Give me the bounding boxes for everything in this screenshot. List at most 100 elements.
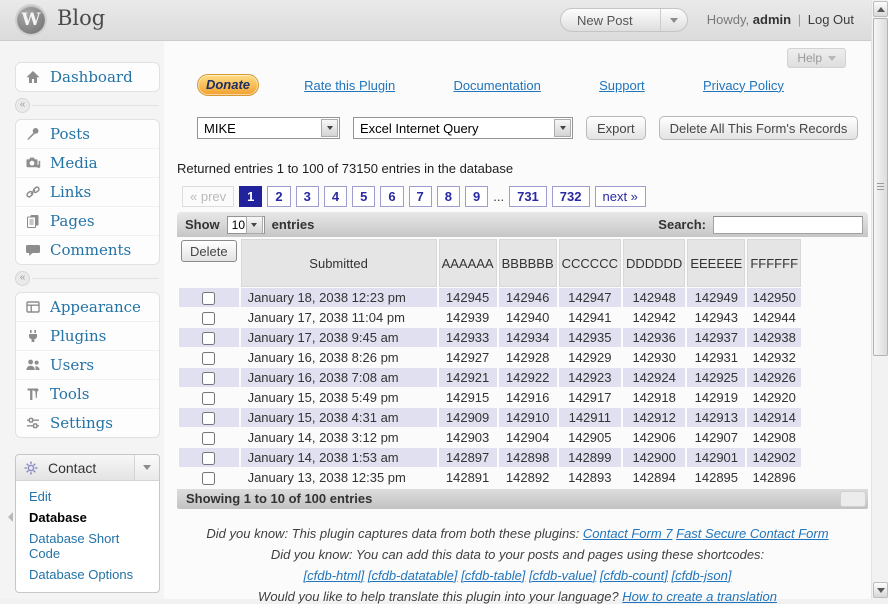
value-cell: 142901 bbox=[687, 448, 745, 467]
help-button[interactable]: Help bbox=[787, 48, 846, 68]
export-format-select[interactable]: Excel Internet Query bbox=[353, 117, 573, 139]
sidebar-item-media[interactable]: Media bbox=[16, 148, 159, 177]
documentation-link[interactable]: Documentation bbox=[453, 78, 540, 93]
shortcode-link[interactable]: [cfdb-count] bbox=[600, 568, 668, 583]
value-cell: 142892 bbox=[499, 468, 557, 487]
shortcode-link[interactable]: [cfdb-json] bbox=[671, 568, 731, 583]
entries-per-page-select[interactable]: 10 bbox=[227, 216, 265, 234]
submenu-item-edit[interactable]: Edit bbox=[16, 486, 159, 507]
sidebar-item-dashboard[interactable]: Dashboard bbox=[16, 63, 159, 91]
column-header-cccccc[interactable]: CCCCCC bbox=[559, 239, 621, 287]
submenu-item-database-short-code[interactable]: Database Short Code bbox=[16, 528, 159, 564]
row-checkbox[interactable] bbox=[202, 332, 215, 345]
submenu-item-database[interactable]: Database bbox=[16, 507, 159, 528]
sidebar-item-appearance[interactable]: Appearance bbox=[16, 293, 159, 321]
sidebar-item-pages[interactable]: Pages bbox=[16, 206, 159, 235]
search-label: Search: bbox=[658, 217, 706, 232]
row-checkbox[interactable] bbox=[202, 312, 215, 325]
row-checkbox[interactable] bbox=[202, 352, 215, 365]
row-checkbox[interactable] bbox=[202, 412, 215, 425]
sidebar-item-comments[interactable]: Comments bbox=[16, 235, 159, 264]
value-cell: 142894 bbox=[623, 468, 685, 487]
column-header-submitted[interactable]: Submitted bbox=[241, 239, 437, 287]
column-header-dddddd[interactable]: DDDDDD bbox=[623, 239, 685, 287]
collapse-arrows-icon[interactable]: « bbox=[15, 271, 30, 286]
create-translation-link[interactable]: How to create a translation bbox=[622, 589, 777, 604]
footer-text: Would you like to help translate this pl… bbox=[258, 589, 619, 604]
page-button-3[interactable]: 3 bbox=[296, 186, 319, 207]
delete-all-records-button[interactable]: Delete All This Form's Records bbox=[659, 116, 859, 140]
support-link[interactable]: Support bbox=[599, 78, 645, 93]
column-header-aaaaaa[interactable]: AAAAAA bbox=[439, 239, 497, 287]
row-checkbox[interactable] bbox=[202, 432, 215, 445]
row-checkbox[interactable] bbox=[202, 472, 215, 485]
sidebar-item-plugins[interactable]: Plugins bbox=[16, 321, 159, 350]
value-cell: 142941 bbox=[559, 308, 621, 327]
page-button-6[interactable]: 6 bbox=[380, 186, 403, 207]
column-header-bbbbbb[interactable]: BBBBBB bbox=[499, 239, 557, 287]
page-button-9[interactable]: 9 bbox=[465, 186, 488, 207]
page-button-7[interactable]: 7 bbox=[409, 186, 432, 207]
value-cell: 142930 bbox=[623, 348, 685, 367]
sidebar-item-posts[interactable]: Posts bbox=[16, 120, 159, 148]
shortcode-link[interactable]: [cfdb-datatable] bbox=[368, 568, 458, 583]
scroll-down-button[interactable] bbox=[873, 582, 888, 598]
value-cell: 142940 bbox=[499, 308, 557, 327]
sidebar-item-label: Links bbox=[50, 183, 91, 201]
value-cell: 142909 bbox=[439, 408, 497, 427]
page-button-2[interactable]: 2 bbox=[267, 186, 290, 207]
page-button-732[interactable]: 732 bbox=[552, 186, 590, 207]
contact-form-7-link[interactable]: Contact Form 7 bbox=[583, 526, 673, 541]
sidebar-item-users[interactable]: Users bbox=[16, 350, 159, 379]
sidebar-item-tools[interactable]: Tools bbox=[16, 379, 159, 408]
page-prev-button[interactable]: « prev bbox=[182, 186, 234, 207]
value-cell: 142924 bbox=[623, 368, 685, 387]
donate-button[interactable]: Donate bbox=[197, 74, 259, 96]
privacy-policy-link[interactable]: Privacy Policy bbox=[703, 78, 784, 93]
value-cell: 142915 bbox=[439, 388, 497, 407]
row-checkbox[interactable] bbox=[202, 392, 215, 405]
sidebar-item-contact[interactable]: Contact bbox=[16, 455, 159, 481]
form-select[interactable]: MIKE bbox=[197, 117, 340, 139]
page-button-5[interactable]: 5 bbox=[352, 186, 375, 207]
shortcode-link[interactable]: [cfdb-table] bbox=[461, 568, 525, 583]
logout-link[interactable]: Log Out bbox=[808, 12, 854, 27]
rate-plugin-link[interactable]: Rate this Plugin bbox=[304, 78, 395, 93]
value-cell: 142902 bbox=[747, 448, 801, 467]
sidebar-item-settings[interactable]: Settings bbox=[16, 408, 159, 437]
row-checkbox[interactable] bbox=[202, 452, 215, 465]
search-input[interactable] bbox=[713, 216, 863, 234]
collapse-arrows-icon[interactable]: « bbox=[15, 98, 30, 113]
shortcode-link[interactable]: [cfdb-value] bbox=[529, 568, 596, 583]
page-next-button[interactable]: next » bbox=[595, 186, 646, 207]
window-scrollbar[interactable] bbox=[871, 0, 888, 599]
value-cell: 142927 bbox=[439, 348, 497, 367]
contact-submenu: Edit Database Database Short Code Databa… bbox=[16, 481, 159, 592]
page-button-731[interactable]: 731 bbox=[509, 186, 547, 207]
column-header-eeeeee[interactable]: EEEEEE bbox=[687, 239, 745, 287]
row-checkbox[interactable] bbox=[202, 292, 215, 305]
value-cell: 142899 bbox=[559, 448, 621, 467]
page-button-8[interactable]: 8 bbox=[437, 186, 460, 207]
scroll-up-button[interactable] bbox=[873, 1, 888, 17]
submenu-item-database-options[interactable]: Database Options bbox=[16, 564, 159, 585]
users-icon bbox=[25, 357, 41, 373]
export-button[interactable]: Export bbox=[586, 116, 646, 140]
page-button-1[interactable]: 1 bbox=[239, 186, 262, 207]
chevron-down-icon[interactable] bbox=[134, 455, 159, 480]
value-cell: 142949 bbox=[687, 288, 745, 307]
checkbox-cell bbox=[179, 408, 239, 427]
sidebar-item-links[interactable]: Links bbox=[16, 177, 159, 206]
delete-selected-button[interactable]: Delete bbox=[181, 240, 237, 262]
table-header: Delete Submitted AAAAAA BBBBBB CCCCCC DD… bbox=[179, 239, 801, 287]
table-row: January 15, 2038 5:49 pm1429151429161429… bbox=[179, 388, 801, 407]
value-cell: 142928 bbox=[499, 348, 557, 367]
fast-secure-contact-form-link[interactable]: Fast Secure Contact Form bbox=[676, 526, 828, 541]
shortcode-links: [cfdb-html] [cfdb-datatable] [cfdb-table… bbox=[164, 568, 871, 583]
row-checkbox[interactable] bbox=[202, 372, 215, 385]
page-button-4[interactable]: 4 bbox=[324, 186, 347, 207]
scrollbar-thumb[interactable] bbox=[873, 18, 888, 356]
shortcode-link[interactable]: [cfdb-html] bbox=[304, 568, 365, 583]
column-header-ffffff[interactable]: FFFFFF bbox=[747, 239, 801, 287]
new-post-dropdown[interactable]: New Post bbox=[560, 8, 688, 32]
